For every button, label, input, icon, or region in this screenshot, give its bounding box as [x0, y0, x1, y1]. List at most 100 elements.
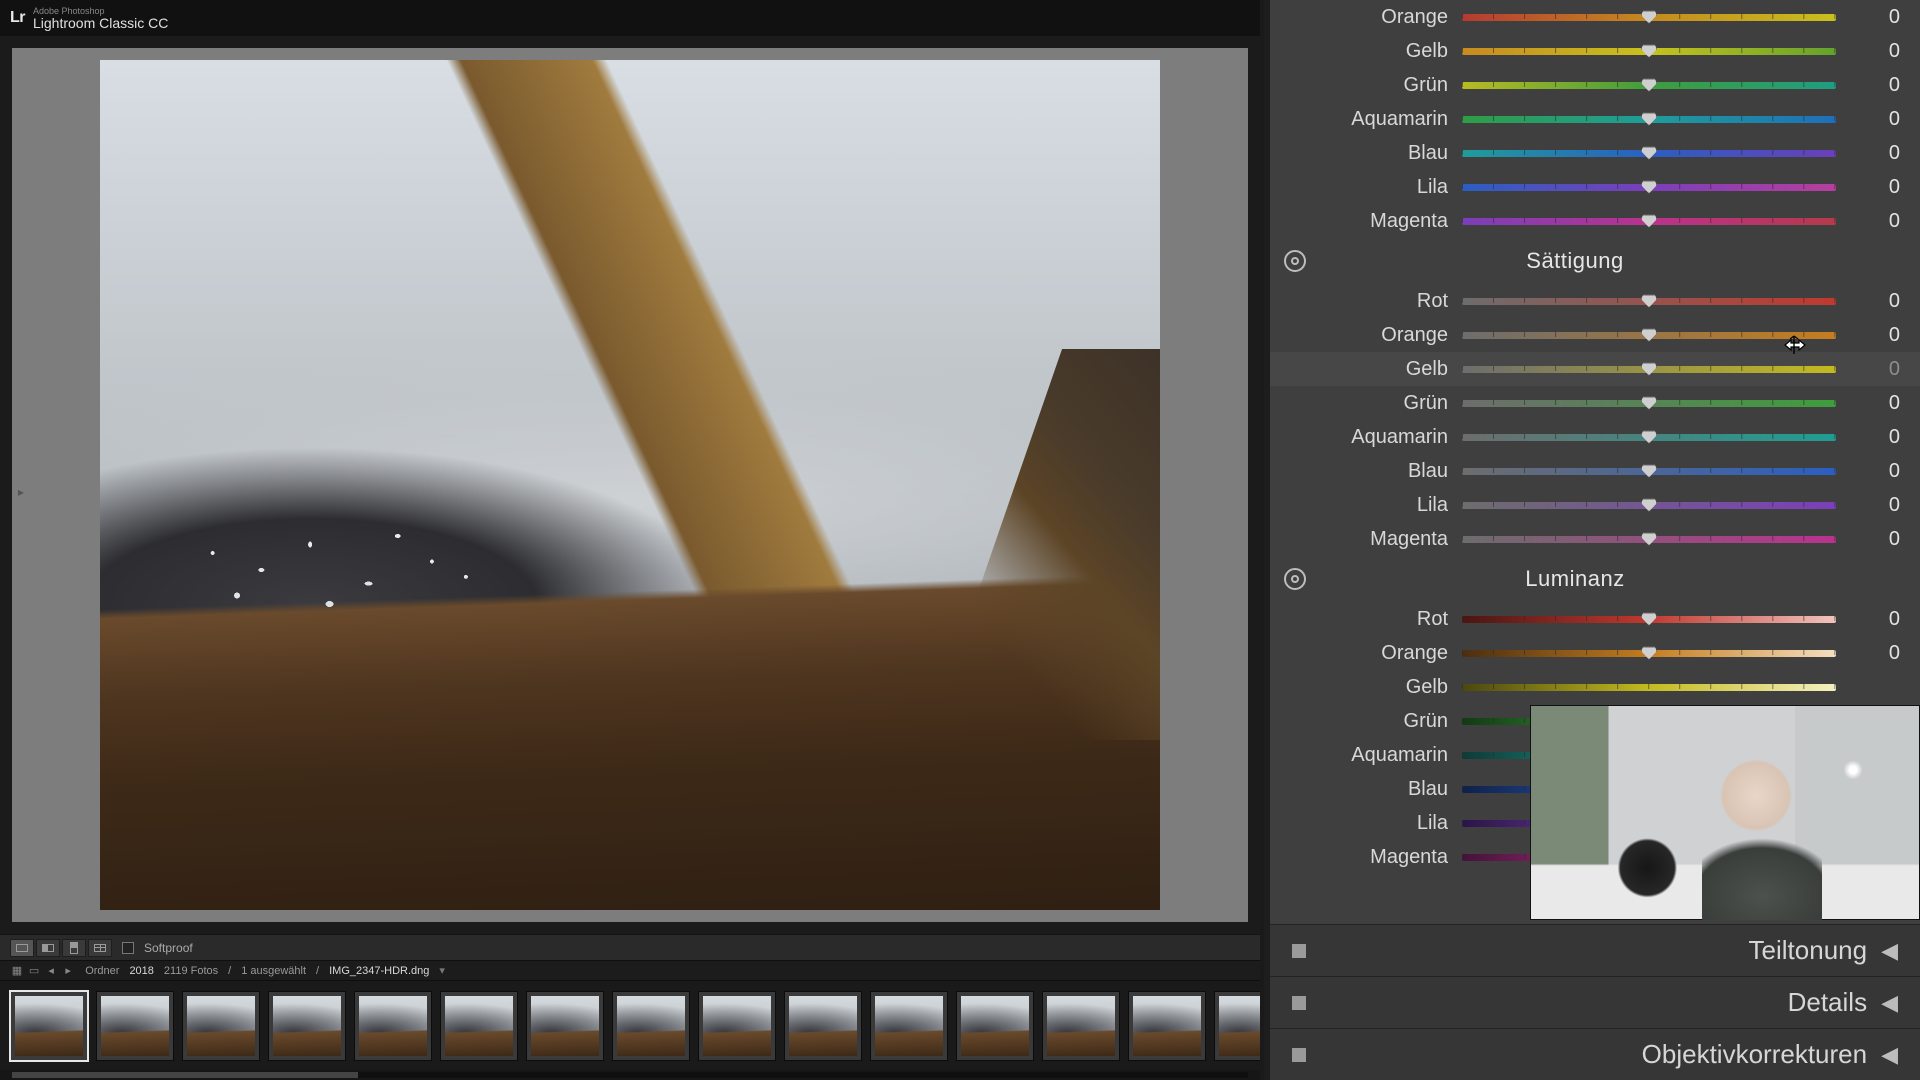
slider-value[interactable]: 0	[1836, 608, 1900, 631]
view-before-after-button[interactable]	[36, 939, 60, 957]
slider-thumb[interactable]	[1641, 499, 1657, 512]
nav-next-icon[interactable]: ▸	[61, 964, 75, 978]
slider-thumb[interactable]	[1641, 329, 1657, 342]
filmstrip-thumb[interactable]	[440, 991, 518, 1061]
slider-thumb[interactable]	[1641, 295, 1657, 308]
filmstrip-thumb[interactable]	[1042, 991, 1120, 1061]
slider-label[interactable]: Grün	[1284, 74, 1462, 97]
filmstrip-thumb[interactable]	[698, 991, 776, 1061]
slider-track[interactable]	[1462, 204, 1836, 238]
slider-label[interactable]: Gelb	[1284, 40, 1462, 63]
panel-collapse-icon[interactable]: ◀	[1881, 1042, 1898, 1068]
filmstrip-scrollbar[interactable]	[12, 1072, 1248, 1078]
slider-thumb[interactable]	[1641, 147, 1657, 160]
filmstrip-thumb[interactable]	[96, 991, 174, 1061]
slider-label[interactable]: Blau	[1284, 778, 1462, 801]
slider-value[interactable]: 0	[1836, 494, 1900, 517]
slider-label[interactable]: Orange	[1284, 324, 1462, 347]
softproof-checkbox[interactable]	[122, 942, 134, 954]
filmstrip-thumb[interactable]	[612, 991, 690, 1061]
develop-right-panel[interactable]: Orange 0 Gelb 0 Grün 0 Aquamarin 0 Blau 0 Lila 0 Mag…	[1264, 0, 1920, 1080]
slider-track[interactable]	[1462, 318, 1836, 352]
slider-thumb[interactable]	[1641, 11, 1657, 24]
slider-value[interactable]: 0	[1836, 426, 1900, 449]
crumb-folder-name[interactable]: 2018	[129, 965, 153, 977]
slider-track[interactable]	[1462, 170, 1836, 204]
slider-track[interactable]	[1462, 352, 1836, 386]
slider-value[interactable]: 0	[1836, 6, 1900, 29]
slider-value[interactable]: 0	[1836, 324, 1900, 347]
slider-value[interactable]: 0	[1836, 74, 1900, 97]
second-window-icon[interactable]: ▭	[27, 964, 41, 978]
slider-track[interactable]	[1462, 488, 1836, 522]
panel-teiltonung[interactable]: Teiltonung◀	[1270, 924, 1920, 976]
slider-value[interactable]: 0	[1836, 108, 1900, 131]
panel-details[interactable]: Details◀	[1270, 976, 1920, 1028]
slider-label[interactable]: Blau	[1284, 142, 1462, 165]
slider-track[interactable]	[1462, 102, 1836, 136]
crumb-dropdown-icon[interactable]: ▾	[439, 964, 445, 977]
slider-label[interactable]: Blau	[1284, 460, 1462, 483]
slider-label[interactable]: Magenta	[1284, 210, 1462, 233]
filmstrip-thumb[interactable]	[784, 991, 862, 1061]
slider-label[interactable]: Aquamarin	[1284, 426, 1462, 449]
slider-value[interactable]: 0	[1836, 210, 1900, 233]
slider-label[interactable]: Orange	[1284, 6, 1462, 29]
view-loupe-button[interactable]	[10, 939, 34, 957]
targeted-adjust-icon[interactable]	[1284, 250, 1306, 272]
slider-label[interactable]: Gelb	[1284, 676, 1462, 699]
image-canvas[interactable]: ▸	[12, 48, 1248, 922]
slider-track[interactable]	[1462, 386, 1836, 420]
slider-thumb[interactable]	[1641, 79, 1657, 92]
slider-label[interactable]: Lila	[1284, 494, 1462, 517]
slider-thumb[interactable]	[1641, 465, 1657, 478]
panel-switch-icon[interactable]	[1292, 996, 1306, 1010]
slider-label[interactable]: Orange	[1284, 642, 1462, 665]
slider-value[interactable]: 0	[1836, 142, 1900, 165]
filmstrip-thumb[interactable]	[268, 991, 346, 1061]
slider-track[interactable]	[1462, 670, 1836, 704]
slider-label[interactable]: Grün	[1284, 392, 1462, 415]
slider-thumb[interactable]	[1641, 647, 1657, 660]
slider-value[interactable]: 0	[1836, 460, 1900, 483]
slider-thumb[interactable]	[1641, 113, 1657, 126]
slider-label[interactable]: Magenta	[1284, 846, 1462, 869]
view-survey-button[interactable]	[88, 939, 112, 957]
slider-thumb[interactable]	[1641, 363, 1657, 376]
slider-value[interactable]: 0	[1836, 528, 1900, 551]
slider-value[interactable]: 0	[1836, 392, 1900, 415]
panel-switch-icon[interactable]	[1292, 944, 1306, 958]
filmstrip-scrollbar-thumb[interactable]	[12, 1072, 358, 1078]
nav-prev-icon[interactable]: ◂	[44, 964, 58, 978]
panel-collapse-icon[interactable]: ◀	[1881, 938, 1898, 964]
left-panel-expand-icon[interactable]: ▸	[14, 485, 28, 499]
filmstrip-thumb[interactable]	[354, 991, 432, 1061]
slider-value[interactable]: 0	[1836, 642, 1900, 665]
slider-label[interactable]: Lila	[1284, 176, 1462, 199]
filmstrip-thumb[interactable]	[182, 991, 260, 1061]
slider-track[interactable]	[1462, 602, 1836, 636]
slider-track[interactable]	[1462, 454, 1836, 488]
filmstrip-thumb[interactable]	[870, 991, 948, 1061]
slider-value[interactable]: 0	[1836, 40, 1900, 63]
filmstrip-thumb[interactable]	[956, 991, 1034, 1061]
filmstrip-thumb[interactable]	[1128, 991, 1206, 1061]
slider-label[interactable]: Magenta	[1284, 528, 1462, 551]
slider-value[interactable]: 0	[1836, 290, 1900, 313]
slider-thumb[interactable]	[1641, 397, 1657, 410]
slider-label[interactable]: Gelb	[1284, 358, 1462, 381]
slider-label[interactable]: Rot	[1284, 608, 1462, 631]
grid-icon[interactable]: ▦	[10, 964, 24, 978]
slider-thumb[interactable]	[1641, 215, 1657, 228]
panel-objektivkorrekturen[interactable]: Objektivkorrekturen◀	[1270, 1028, 1920, 1080]
slider-track[interactable]	[1462, 522, 1836, 556]
slider-track[interactable]	[1462, 34, 1836, 68]
slider-thumb[interactable]	[1641, 533, 1657, 546]
slider-track[interactable]	[1462, 636, 1836, 670]
targeted-adjust-icon[interactable]	[1284, 568, 1306, 590]
panel-collapse-icon[interactable]: ◀	[1881, 990, 1898, 1016]
slider-track[interactable]	[1462, 0, 1836, 34]
panel-switch-icon[interactable]	[1292, 1048, 1306, 1062]
filmstrip[interactable]	[0, 980, 1260, 1070]
slider-track[interactable]	[1462, 284, 1836, 318]
